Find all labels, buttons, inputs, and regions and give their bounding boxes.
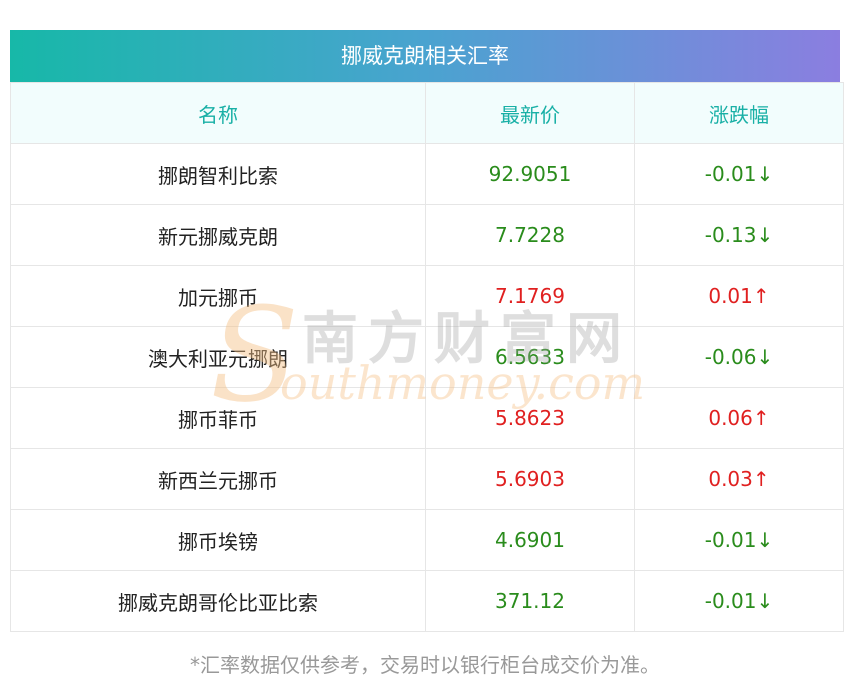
currency-pair-name: 挪币埃镑 [10,509,426,571]
latest-price: 6.5633 [425,326,635,388]
table-row[interactable]: 澳大利亚元挪朗 6.5633 -0.06↓ [10,326,844,388]
change-percent: -0.13↓ [634,204,844,266]
table-row[interactable]: 挪朗智利比索 92.9051 -0.01↓ [10,143,844,205]
latest-price: 371.12 [425,570,635,632]
currency-pair-name: 新元挪威克朗 [10,204,426,266]
currency-pair-name: 挪币菲币 [10,387,426,449]
change-percent: 0.03↑ [634,448,844,510]
currency-pair-name: 新西兰元挪币 [10,448,426,510]
table-body: 挪朗智利比索 92.9051 -0.01↓ 新元挪威克朗 7.7228 -0.13↓ 加元挪… [10,143,844,632]
latest-price: 4.6901 [425,509,635,571]
change-percent: -0.01↓ [634,143,844,205]
rates-table: 名称 最新价 涨跌幅 挪朗智利比索 92.9051 -0.01↓ 新元挪威克朗 7.72… [10,82,844,632]
change-percent: 0.06↑ [634,387,844,449]
footnote: *汇率数据仅供参考，交易时以银行柜台成交价为准。 [190,653,660,677]
latest-price: 5.8623 [425,387,635,449]
table-row[interactable]: 新元挪威克朗 7.7228 -0.13↓ [10,204,844,266]
change-percent: -0.06↓ [634,326,844,388]
column-header-change: 涨跌幅 [634,82,844,144]
currency-pair-name: 挪威克朗哥伦比亚比索 [10,570,426,632]
latest-price: 92.9051 [425,143,635,205]
currency-pair-name: 挪朗智利比索 [10,143,426,205]
change-percent: -0.01↓ [634,509,844,571]
table-row[interactable]: 挪威克朗哥伦比亚比索 371.12 -0.01↓ [10,570,844,632]
currency-pair-name: 加元挪币 [10,265,426,327]
latest-price: 5.6903 [425,448,635,510]
table-row[interactable]: 挪币菲币 5.8623 0.06↑ [10,387,844,449]
column-header-price: 最新价 [425,82,635,144]
currency-pair-name: 澳大利亚元挪朗 [10,326,426,388]
table-header-row: 名称 最新价 涨跌幅 [10,82,844,144]
table-row[interactable]: 挪币埃镑 4.6901 -0.01↓ [10,509,844,571]
card-title: 挪威克朗相关汇率 [10,30,840,82]
column-header-name: 名称 [10,82,426,144]
latest-price: 7.7228 [425,204,635,266]
change-percent: 0.01↑ [634,265,844,327]
latest-price: 7.1769 [425,265,635,327]
change-percent: -0.01↓ [634,570,844,632]
exchange-rate-card: 挪威克朗相关汇率 名称 最新价 涨跌幅 挪朗智利比索 92.9051 -0.01↓ 新… [10,30,844,632]
table-row[interactable]: 加元挪币 7.1769 0.01↑ [10,265,844,327]
table-row[interactable]: 新西兰元挪币 5.6903 0.03↑ [10,448,844,510]
